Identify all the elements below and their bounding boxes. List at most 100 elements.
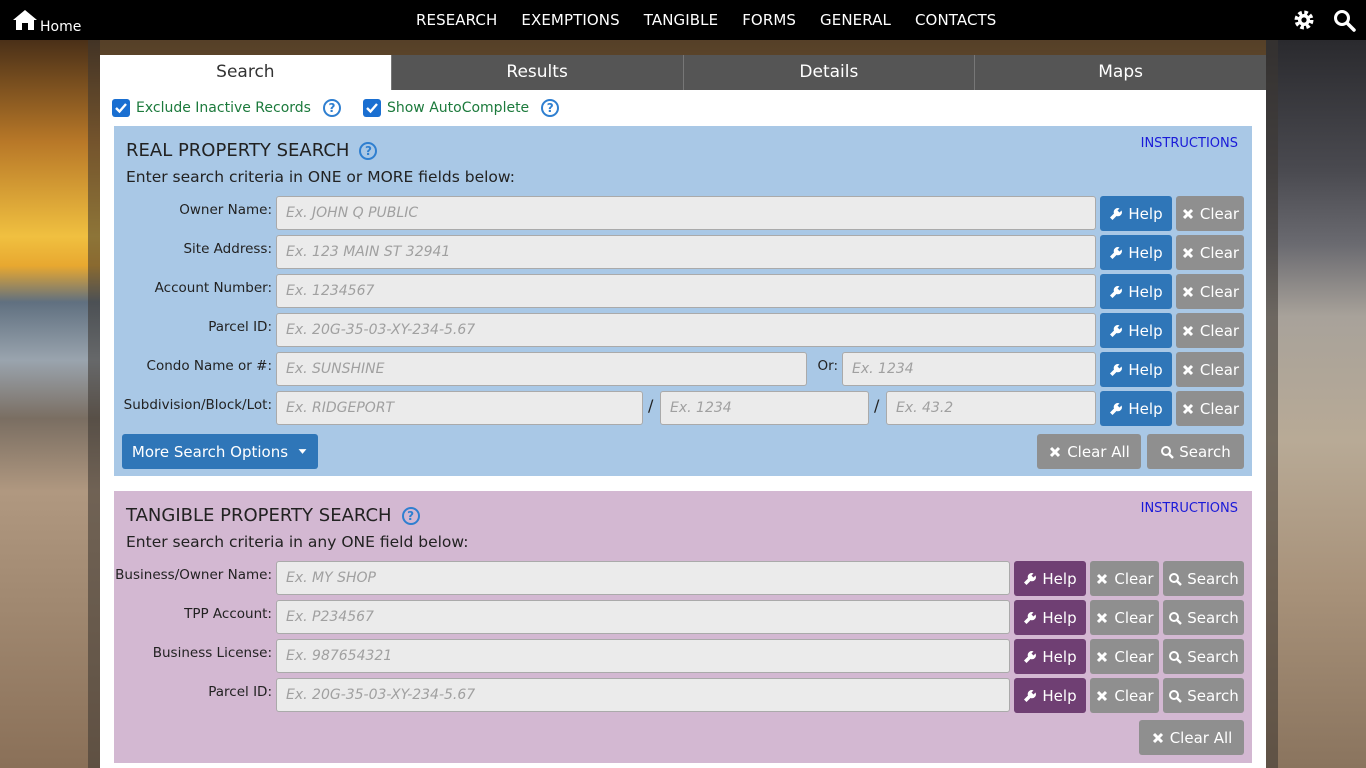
- tangible-parcel-help-button[interactable]: Help: [1014, 678, 1086, 713]
- account-number-input[interactable]: [276, 274, 1096, 308]
- search-label: Search: [1187, 686, 1239, 705]
- help-label: Help: [1128, 360, 1163, 379]
- close-icon: [1097, 573, 1108, 584]
- tangible-property-help-icon[interactable]: ?: [401, 506, 420, 525]
- gear-icon[interactable]: [1292, 8, 1316, 32]
- real-search-button[interactable]: Search: [1147, 434, 1244, 469]
- tpp-help-button[interactable]: Help: [1014, 600, 1086, 635]
- search-label: Search: [1179, 442, 1231, 461]
- real-property-panel: REAL PROPERTY SEARCH ? Enter search crit…: [114, 126, 1252, 476]
- owner-help-button[interactable]: Help: [1100, 196, 1172, 231]
- close-icon: [1182, 208, 1193, 219]
- nav-contacts[interactable]: CONTACTS: [903, 11, 1008, 29]
- business-clear-button[interactable]: Clear: [1090, 561, 1159, 596]
- subdivision-clear-button[interactable]: Clear: [1176, 391, 1244, 426]
- more-search-options-label: More Search Options: [131, 442, 289, 461]
- owner-clear-button[interactable]: Clear: [1176, 196, 1244, 231]
- tangible-clear-all-button[interactable]: Clear All: [1139, 720, 1244, 755]
- help-label: Help: [1042, 647, 1077, 666]
- wrench-icon: [1110, 207, 1123, 220]
- real-property-help-icon[interactable]: ?: [359, 141, 378, 160]
- wrench-icon: [1110, 285, 1123, 298]
- account-clear-button[interactable]: Clear: [1176, 274, 1244, 309]
- owner-name-input[interactable]: [276, 196, 1096, 230]
- tangible-property-subtitle: Enter search criteria in any ONE field b…: [126, 533, 469, 551]
- show-autocomplete-checkbox[interactable]: [362, 99, 381, 117]
- business-name-input[interactable]: [276, 561, 1010, 595]
- condo-clear-button[interactable]: Clear: [1176, 352, 1244, 387]
- close-icon: [1182, 403, 1193, 414]
- clear-label: Clear: [1114, 608, 1154, 627]
- subdivision-help-button[interactable]: Help: [1100, 391, 1172, 426]
- tab-details[interactable]: Details: [682, 55, 975, 90]
- close-icon: [1097, 651, 1108, 662]
- search-icon: [1161, 445, 1175, 459]
- show-autocomplete-help-icon[interactable]: ?: [541, 99, 560, 117]
- parcel-clear-button[interactable]: Clear: [1176, 313, 1244, 348]
- nav-forms[interactable]: FORMS: [730, 11, 808, 29]
- lot-input[interactable]: [886, 391, 1096, 425]
- show-autocomplete-label: Show AutoComplete: [386, 100, 530, 116]
- help-label: Help: [1128, 204, 1163, 223]
- account-help-button[interactable]: Help: [1100, 274, 1172, 309]
- business-license-label: Business License:: [152, 645, 272, 661]
- tangible-parcel-id-input[interactable]: [276, 678, 1010, 712]
- search-label: Search: [1187, 569, 1239, 588]
- tangible-parcel-clear-button[interactable]: Clear: [1090, 678, 1159, 713]
- tpp-account-input[interactable]: [276, 600, 1010, 634]
- nav-exemptions[interactable]: EXEMPTIONS: [509, 11, 631, 29]
- site-clear-button[interactable]: Clear: [1176, 235, 1244, 270]
- site-address-input[interactable]: [276, 235, 1096, 269]
- check-icon: [115, 103, 127, 114]
- nav-tangible[interactable]: TANGIBLE: [632, 11, 730, 29]
- clear-label: Clear: [1199, 204, 1240, 223]
- tpp-search-button[interactable]: Search: [1163, 600, 1244, 635]
- top-navbar: Home RESEARCH EXEMPTIONS TANGIBLE FORMS …: [0, 0, 1366, 40]
- tangible-property-title-text: TANGIBLE PROPERTY SEARCH: [126, 505, 392, 526]
- business-help-button[interactable]: Help: [1014, 561, 1086, 596]
- home-icon: [13, 10, 37, 30]
- help-label: Help: [1042, 608, 1077, 627]
- search-icon[interactable]: [1332, 8, 1356, 32]
- block-input[interactable]: [660, 391, 869, 425]
- exclude-inactive-help-icon[interactable]: ?: [322, 99, 341, 117]
- subdivision-input[interactable]: [276, 391, 643, 425]
- wrench-icon: [1110, 246, 1123, 259]
- business-search-button[interactable]: Search: [1163, 561, 1244, 596]
- real-instructions-link[interactable]: INSTRUCTIONS: [1141, 136, 1238, 151]
- tangible-property-panel: TANGIBLE PROPERTY SEARCH ? Enter search …: [114, 491, 1252, 763]
- license-help-button[interactable]: Help: [1014, 639, 1086, 674]
- license-search-button[interactable]: Search: [1163, 639, 1244, 674]
- condo-name-input[interactable]: [276, 352, 807, 386]
- real-property-title: REAL PROPERTY SEARCH ?: [126, 140, 378, 161]
- background-right: [1266, 40, 1366, 768]
- business-license-input[interactable]: [276, 639, 1010, 673]
- wrench-icon: [1024, 650, 1037, 663]
- tangible-parcel-search-button[interactable]: Search: [1163, 678, 1244, 713]
- real-clear-all-button[interactable]: Clear All: [1037, 434, 1141, 469]
- tab-results[interactable]: Results: [390, 55, 683, 90]
- nav-research[interactable]: RESEARCH: [404, 11, 509, 29]
- site-help-button[interactable]: Help: [1100, 235, 1172, 270]
- license-clear-button[interactable]: Clear: [1090, 639, 1159, 674]
- tab-maps[interactable]: Maps: [974, 55, 1266, 90]
- more-search-options-button[interactable]: More Search Options: [122, 434, 318, 469]
- clear-label: Clear: [1199, 321, 1240, 340]
- tangible-instructions-link[interactable]: INSTRUCTIONS: [1141, 501, 1238, 516]
- business-name-label: Business/Owner Name:: [115, 567, 272, 583]
- parcel-id-input[interactable]: [276, 313, 1096, 347]
- home-link[interactable]: Home: [12, 8, 81, 35]
- condo-help-button[interactable]: Help: [1100, 352, 1172, 387]
- search-icon: [1169, 572, 1183, 586]
- tpp-clear-button[interactable]: Clear: [1090, 600, 1159, 635]
- condo-number-input[interactable]: [842, 352, 1096, 386]
- check-icon: [366, 103, 378, 114]
- clear-all-label: Clear All: [1169, 728, 1233, 747]
- nav-general[interactable]: GENERAL: [808, 11, 903, 29]
- help-label: Help: [1128, 321, 1163, 340]
- block-separator: /: [648, 396, 654, 415]
- parcel-help-button[interactable]: Help: [1100, 313, 1172, 348]
- tab-search[interactable]: Search: [100, 55, 391, 90]
- subdivision-label: Subdivision/Block/Lot:: [123, 397, 272, 413]
- exclude-inactive-checkbox[interactable]: [112, 99, 130, 117]
